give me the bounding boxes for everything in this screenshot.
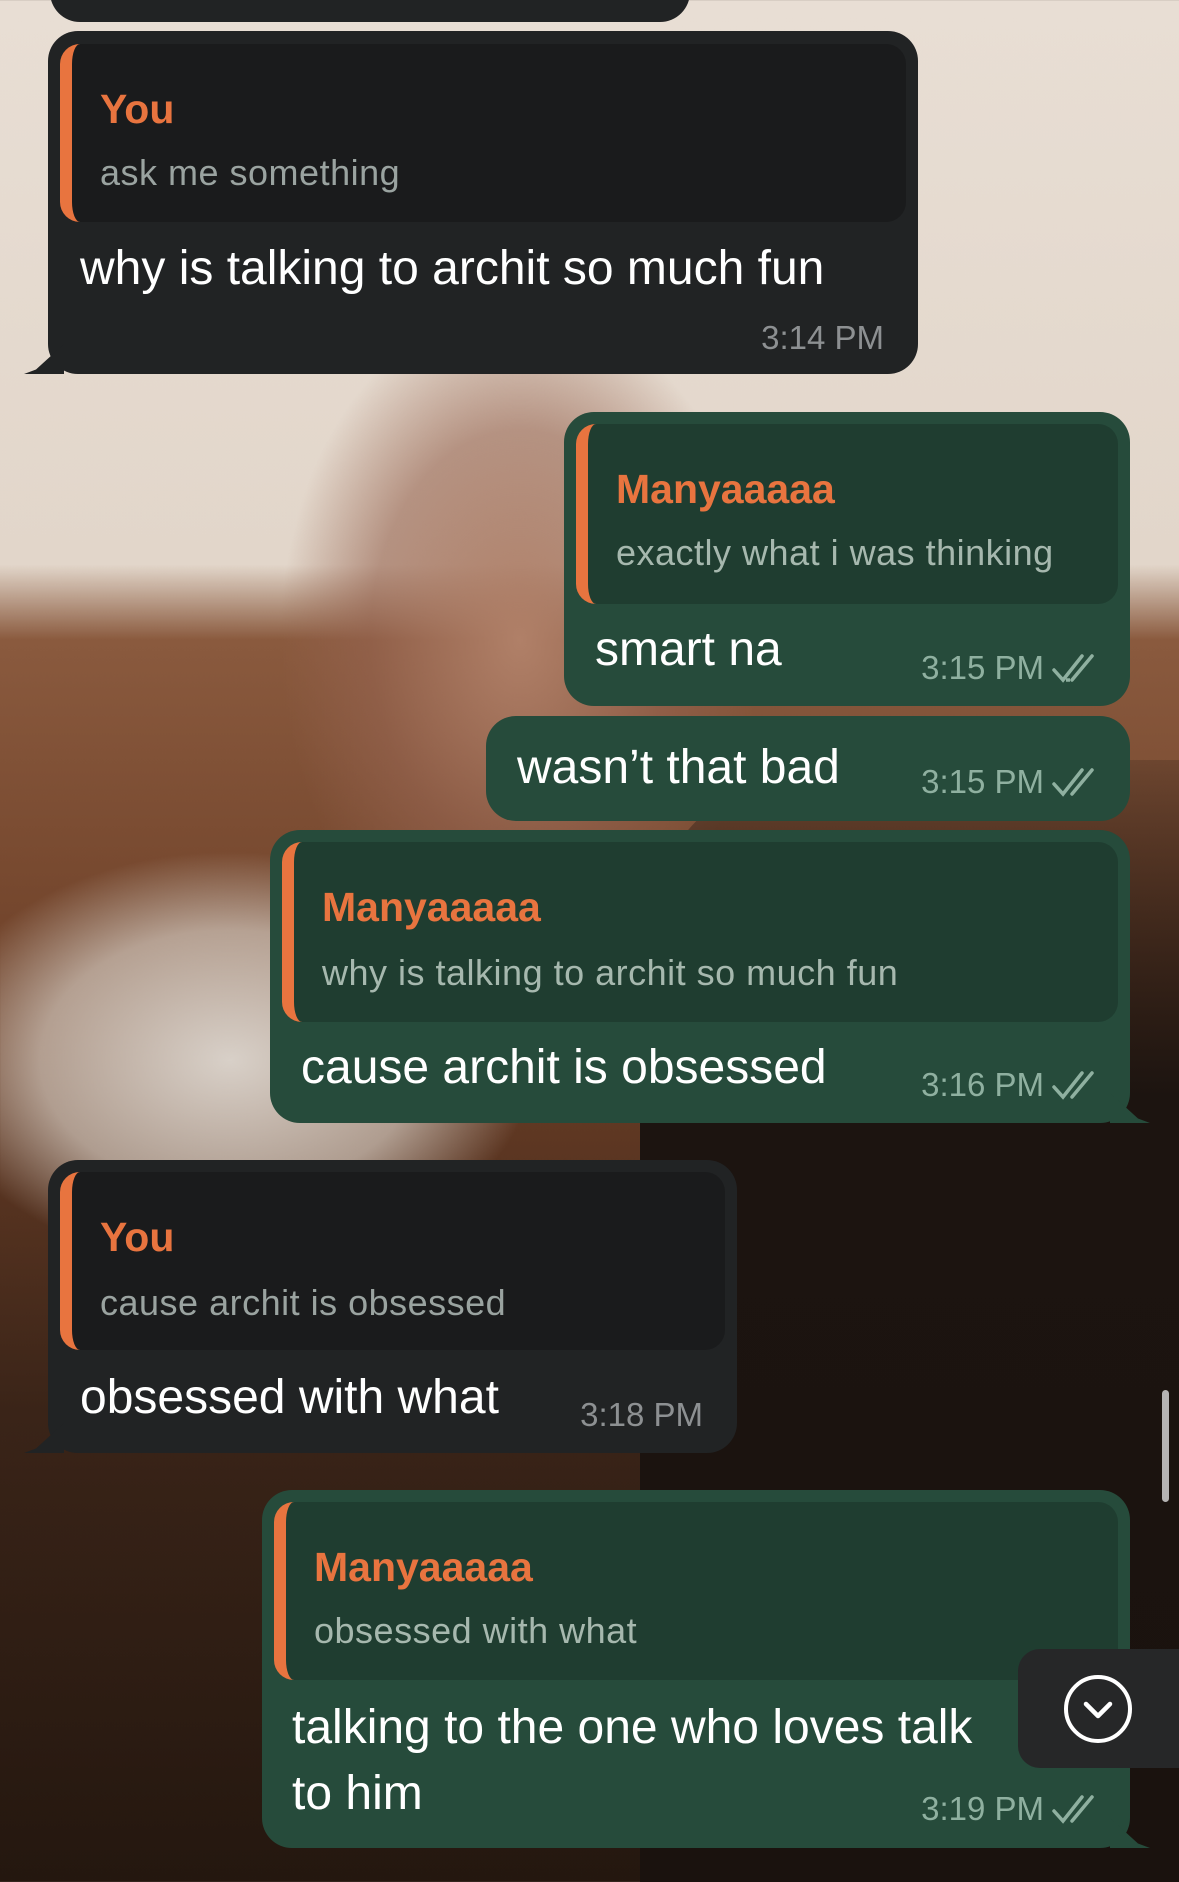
quote-author: Manyaaaaa [616,466,835,512]
message-text-line-2: to him [292,1767,423,1820]
message-bubble[interactable]: Manyaaaaa why is talking to archit so mu… [270,830,1150,1123]
message-text: wasn’t that bad [517,741,840,794]
time-label: 3:15 PM [921,763,1044,800]
time-label: 3:19 PM [921,1790,1044,1827]
reply-quote[interactable]: Manyaaaaa why is talking to archit so mu… [282,842,1118,1022]
scroll-to-bottom-button[interactable] [1018,1649,1179,1768]
quote-text: obsessed with what [314,1610,638,1651]
double-check-icon [1052,1795,1094,1824]
message-bubble[interactable]: wasn’t that bad 3:15 PM [486,716,1130,821]
quote-text: why is talking to archit so much fun [322,952,899,993]
message-text: obsessed with what [80,1371,499,1424]
quote-text: exactly what i was thinking [616,532,1054,573]
reply-quote[interactable]: Manyaaaaa obsessed with what [274,1502,1118,1680]
previous-message-bubble[interactable] [50,0,690,22]
double-check-icon [1052,1071,1094,1100]
quote-author: You [100,86,175,132]
message-bubble[interactable]: You ask me something why is talking to a… [24,31,918,374]
quote-text: cause archit is obsessed [100,1282,507,1323]
double-check-icon [1052,654,1094,683]
time-label: 3:16 PM [921,1066,1044,1103]
message-text-line-1: talking to the one who loves talk [292,1701,973,1754]
message-time: 3:15 PM [921,649,1100,687]
message-bubble[interactable]: Manyaaaaa obsessed with what talking to … [262,1490,1150,1848]
reply-quote[interactable]: Manyaaaaa exactly what i was thinking [576,424,1118,604]
message-time: 3:15 PM [921,763,1100,801]
reply-quote[interactable]: You ask me something [60,44,906,222]
quote-author: You [100,1214,175,1260]
double-check-icon [1052,768,1094,797]
message-text: cause archit is obsessed [301,1041,827,1094]
message-time: 3:18 PM [580,1396,703,1434]
quote-author: Manyaaaaa [314,1544,533,1590]
scrollbar[interactable] [1162,1390,1169,1502]
message-bubble[interactable]: Manyaaaaa exactly what i was thinking sm… [564,412,1130,706]
message-time: 3:14 PM [761,319,884,357]
time-label: 3:14 PM [761,319,884,356]
message-time: 3:16 PM [921,1066,1100,1104]
reply-quote[interactable]: You cause archit is obsessed [60,1172,725,1350]
time-label: 3:15 PM [921,649,1044,686]
chevron-down-circle-icon [1064,1674,1132,1743]
quote-author: Manyaaaaa [322,884,541,930]
message-text: why is talking to archit so much fun [80,242,825,295]
message-bubble[interactable]: You cause archit is obsessed obsessed wi… [24,1160,737,1453]
message-text: smart na [595,623,782,676]
message-time: 3:19 PM [921,1790,1100,1828]
quote-text: ask me something [100,152,401,193]
time-label: 3:18 PM [580,1396,703,1433]
